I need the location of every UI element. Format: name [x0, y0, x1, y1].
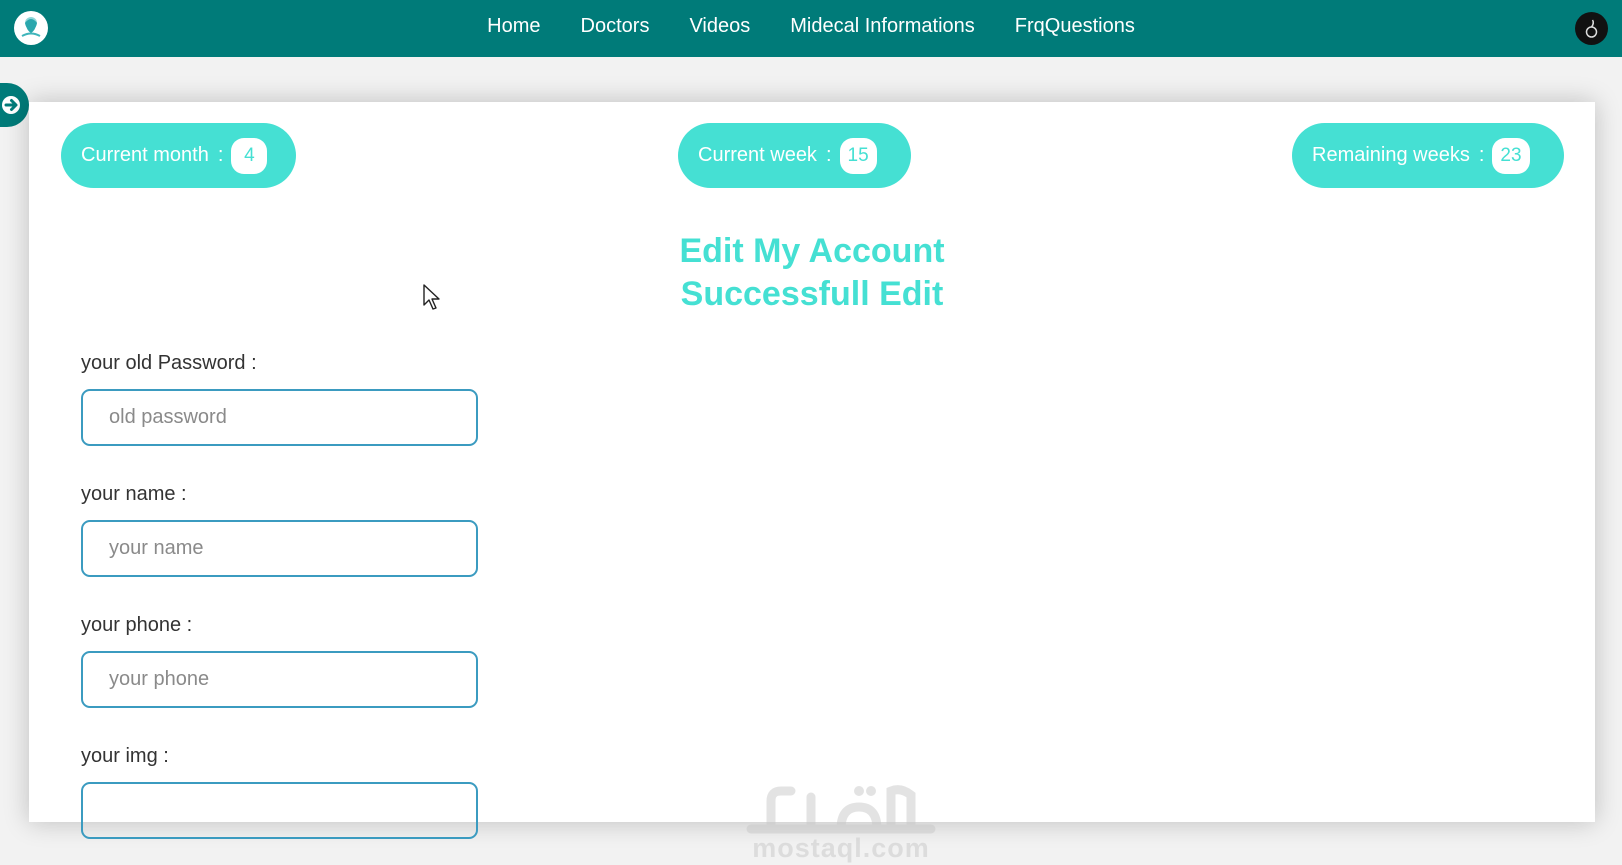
img-input[interactable] [81, 782, 478, 839]
sidebar-toggle-button[interactable] [0, 83, 29, 127]
current-month-value: 4 [231, 137, 268, 174]
current-month-pill: Current month : 4 [61, 123, 296, 188]
current-week-label: Current week [698, 144, 817, 166]
nav-videos[interactable]: Videos [689, 15, 750, 38]
profile-avatar-icon[interactable] [1575, 12, 1608, 45]
watermark: mostaql.com [741, 779, 941, 865]
current-month-separator: : [217, 144, 224, 166]
current-month-label: Current month [81, 144, 209, 166]
current-week-pill: Current week : 15 [678, 123, 911, 188]
main-card: Current month : 4 Current week : 15 Rema… [29, 102, 1595, 863]
nav-doctors[interactable]: Doctors [581, 15, 650, 38]
remaining-weeks-pill: Remaining weeks : 23 [1292, 123, 1564, 188]
arrow-right-icon [2, 96, 20, 114]
name-input[interactable] [81, 520, 478, 577]
current-week-value: 15 [839, 137, 877, 174]
phone-label: your phone : [81, 614, 193, 636]
old-password-input[interactable] [81, 389, 478, 446]
nav-home[interactable]: Home [487, 15, 540, 38]
nav-frq-questions[interactable]: FrqQuestions [1015, 15, 1135, 38]
remaining-weeks-separator: : [1478, 144, 1485, 166]
img-label: your img : [81, 745, 169, 767]
remaining-weeks-value: 23 [1492, 137, 1530, 174]
phone-input[interactable] [81, 651, 478, 708]
mouse-cursor-icon [423, 284, 440, 310]
watermark-text: mostaql.com [752, 833, 930, 863]
name-label: your name : [81, 483, 187, 505]
current-week-separator: : [825, 144, 832, 166]
old-password-label: your old Password : [81, 352, 257, 374]
main-nav: Home Doctors Videos Midecal Informations… [0, 0, 1622, 57]
nav-medical-informations[interactable]: Midecal Informations [790, 15, 975, 38]
success-message: Successfull Edit [680, 275, 944, 313]
remaining-weeks-label: Remaining weeks [1312, 144, 1470, 166]
watermark-logo-icon [746, 785, 936, 834]
page-title: Edit My Account [679, 232, 945, 270]
top-navbar: Home Doctors Videos Midecal Informations… [0, 0, 1622, 57]
